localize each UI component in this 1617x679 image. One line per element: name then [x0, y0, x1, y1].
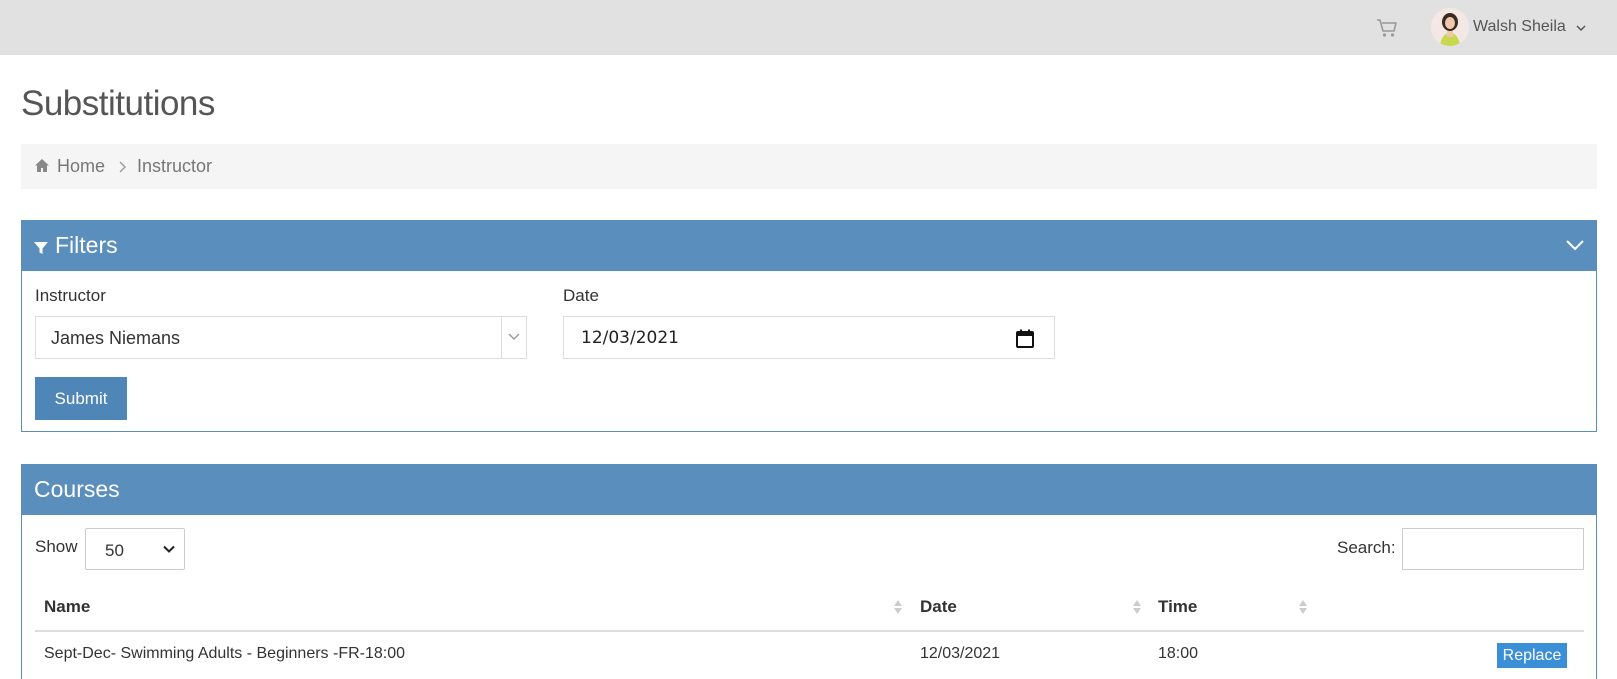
cell-name: Sept-Dec- Swimming Adults - Beginners -F… — [44, 645, 406, 662]
courses-panel: Courses Show 50 Search: Name Date Time S… — [21, 464, 1597, 679]
cell-date: 12/03/2021 — [920, 645, 1001, 662]
replace-button[interactable]: Replace — [1497, 643, 1567, 668]
chevron-down-icon[interactable] — [163, 545, 175, 554]
calendar-icon[interactable] — [1016, 329, 1034, 348]
user-name[interactable]: Walsh Sheila — [1473, 18, 1566, 36]
table-header-divider — [35, 630, 1584, 632]
instructor-select[interactable]: James Niemans — [35, 316, 527, 359]
chevron-down-icon[interactable] — [508, 332, 520, 342]
chevron-right-icon — [119, 161, 126, 173]
instructor-label: Instructor — [35, 286, 106, 305]
filters-panel: Filters Instructor James Niemans Date 12… — [21, 220, 1597, 432]
chevron-down-icon[interactable] — [1566, 239, 1584, 251]
page-title: Substitutions — [21, 84, 215, 123]
courses-panel-header: Courses — [22, 465, 1596, 515]
breadcrumb-current: Instructor — [137, 156, 213, 176]
column-header-name[interactable]: Name — [44, 597, 90, 617]
filters-panel-header[interactable]: Filters — [22, 221, 1596, 271]
top-bar: Walsh Sheila — [0, 0, 1617, 55]
sort-icon[interactable] — [1298, 597, 1308, 617]
filters-title: Filters — [55, 232, 118, 258]
column-header-time[interactable]: Time — [1158, 597, 1197, 617]
page-length-select[interactable]: 50 — [85, 528, 185, 570]
date-label: Date — [563, 286, 599, 305]
select-divider — [501, 317, 502, 358]
page-length-value: 50 — [105, 541, 124, 560]
date-input-value: 12/03/2021 — [581, 328, 679, 348]
column-header-date[interactable]: Date — [920, 597, 957, 617]
chevron-down-icon[interactable] — [1575, 22, 1587, 34]
sort-icon[interactable] — [1132, 597, 1142, 617]
sort-icon[interactable] — [893, 597, 903, 617]
date-input[interactable]: 12/03/2021 — [563, 316, 1055, 359]
show-entries-label: Show — [35, 537, 78, 556]
shopping-cart-icon[interactable] — [1376, 18, 1398, 38]
submit-button[interactable]: Submit — [35, 377, 127, 420]
search-label: Search: — [1337, 538, 1396, 557]
courses-title: Courses — [34, 476, 120, 502]
home-icon — [35, 159, 49, 172]
breadcrumb: Home Instructor — [21, 144, 1597, 189]
search-input[interactable] — [1402, 528, 1584, 570]
user-avatar[interactable] — [1431, 8, 1469, 46]
cell-time: 18:00 — [1158, 645, 1199, 662]
breadcrumb-home-link[interactable]: Home — [57, 156, 105, 177]
instructor-select-value: James Niemans — [51, 328, 181, 348]
filter-icon — [34, 242, 48, 254]
